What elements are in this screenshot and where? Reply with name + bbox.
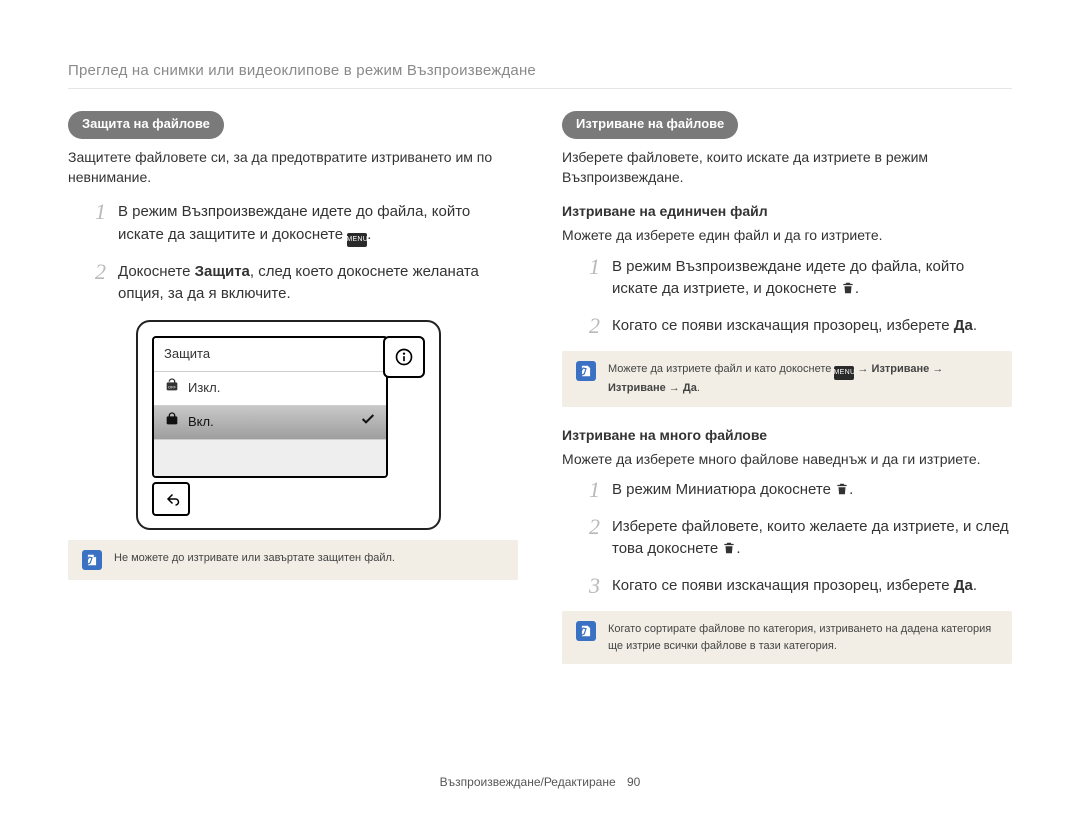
breadcrumb: Преглед на снимки или видеоклипове в реж…	[68, 60, 1012, 82]
device-screen-title: Защита	[164, 345, 210, 364]
step-number: 1	[88, 201, 106, 247]
breadcrumb-rule	[68, 88, 1012, 89]
delete-multi-intro: Можете да изберете много файлове наведнъ…	[562, 449, 1012, 469]
delete-lead: Изберете файловете, които искате да изтр…	[562, 147, 1012, 188]
step-text: Когато се появи изскачащия прозорец, изб…	[612, 575, 1012, 598]
tip-delete-alt: Можете да изтриете файл и като докоснете…	[562, 351, 1012, 407]
protect-lead: Защитете файловете си, за да предотврати…	[68, 147, 518, 188]
device-screen: Защита OFF Изкл.	[152, 336, 388, 478]
svg-text:OFF: OFF	[168, 385, 177, 390]
step-number: 1	[582, 479, 600, 502]
menu-icon: MENU	[834, 366, 854, 380]
section-pill-protect: Защита на файлове	[68, 111, 224, 139]
subheading-delete-multi: Изтриване на много файлове	[562, 425, 1012, 445]
back-button[interactable]	[152, 482, 190, 516]
trash-icon	[835, 482, 849, 496]
note-icon	[576, 621, 596, 641]
footer-section: Възпроизвеждане/Редактиране	[440, 775, 616, 789]
footer-page: 90	[627, 775, 640, 789]
step-number: 3	[582, 575, 600, 598]
step-number: 1	[582, 256, 600, 301]
tip-text: Когато сортирате файлове по категория, и…	[608, 621, 998, 654]
delete-single-intro: Можете да изберете един файл и да го изт…	[562, 225, 1012, 245]
trash-icon	[841, 281, 855, 295]
lock-on-icon	[164, 411, 180, 433]
trash-icon	[722, 541, 736, 555]
subheading-delete-single: Изтриване на единичен файл	[562, 201, 1012, 221]
tip-delete-category: Когато сортирате файлове по категория, и…	[562, 611, 1012, 664]
option-on-label: Вкл.	[188, 413, 214, 432]
step-text: Изберете файловете, които желаете да изт…	[612, 516, 1012, 561]
device-option-on[interactable]: Вкл.	[154, 406, 386, 440]
tip-text: Не можете до изтривате или завъртате защ…	[114, 550, 504, 567]
note-icon	[82, 550, 102, 570]
step-number: 2	[582, 516, 600, 561]
step-text: В режим Възпроизвеждане идете до файла, …	[118, 201, 518, 247]
section-pill-delete: Изтриване на файлове	[562, 111, 738, 139]
check-icon	[360, 411, 376, 433]
device-mock: Защита OFF Изкл.	[136, 320, 441, 530]
step-text: Докоснете Защита, след което докоснете ж…	[118, 261, 518, 306]
tip-protect: Не можете до изтривате или завъртате защ…	[68, 540, 518, 580]
step-text: Когато се появи изскачащия прозорец, изб…	[612, 315, 1012, 338]
option-off-label: Изкл.	[188, 379, 220, 398]
step-text: В режим Възпроизвеждане идете до файла, …	[612, 256, 1012, 301]
device-option-off[interactable]: OFF Изкл.	[154, 372, 386, 406]
device-blank	[154, 440, 386, 478]
device-screen-title-row: Защита	[154, 338, 386, 372]
page-footer: Възпроизвеждане/Редактиране 90	[0, 774, 1080, 791]
step-text: В режим Миниатюра докоснете .	[612, 479, 1012, 502]
step-number: 2	[88, 261, 106, 306]
tip-text: Можете да изтриете файл и като докоснете…	[608, 361, 998, 397]
step-number: 2	[582, 315, 600, 338]
menu-icon: MENU	[347, 233, 367, 247]
lock-off-icon: OFF	[164, 377, 180, 399]
info-button[interactable]	[383, 336, 425, 378]
note-icon	[576, 361, 596, 381]
